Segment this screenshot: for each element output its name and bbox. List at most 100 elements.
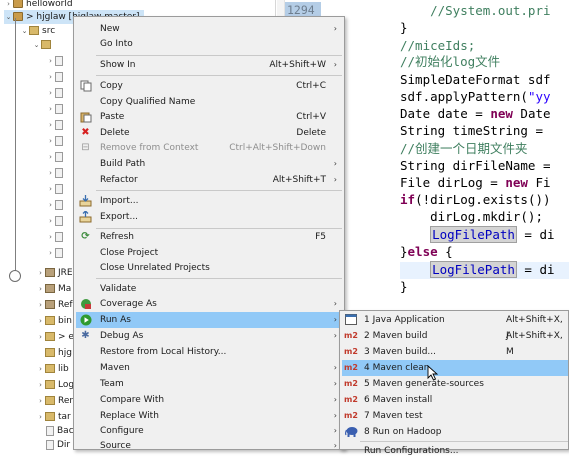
java-file-icon — [55, 247, 63, 258]
debug-icon: ✱ — [81, 330, 90, 341]
tree-item-file[interactable]: › — [46, 182, 66, 196]
menu-item-close-unrelated-projects[interactable]: Close Unrelated Projects — [76, 260, 342, 276]
folder-icon — [45, 412, 55, 421]
tree-item-file[interactable]: › — [46, 118, 66, 132]
tree-item-label: src — [42, 26, 56, 36]
file-icon — [46, 439, 54, 450]
tree-item-bin[interactable]: › bin — [36, 314, 72, 328]
submenu-item-run-on-hadoop[interactable]: 8 Run on Hadoop — [342, 424, 568, 440]
menu-item-export[interactable]: Export... — [76, 209, 342, 225]
tree-item-e[interactable]: › > e — [36, 330, 74, 344]
tree-item-target[interactable]: › tar — [36, 410, 71, 424]
submenu-item-java-application[interactable]: 1 Java Application Alt+Shift+X, J — [342, 312, 568, 341]
expand-arrow-icon[interactable]: › — [36, 266, 45, 280]
tree-item-file[interactable]: › — [46, 134, 66, 148]
menu-item-copy-qualified-name[interactable]: Copy Qualified Name — [76, 94, 342, 110]
tree-item-hjg[interactable]: hjg — [36, 346, 72, 360]
menu-item-build-path[interactable]: Build Path › — [76, 156, 342, 172]
tree-item-file[interactable]: › — [46, 230, 66, 244]
menu-item-remove-from-context[interactable]: ⊟ Remove from Context Ctrl+Alt+Shift+Dow… — [76, 140, 342, 156]
tree-item-file[interactable]: › — [46, 166, 66, 180]
tree-item-file[interactable]: › — [46, 214, 66, 228]
tree-item-file[interactable]: › — [46, 102, 66, 116]
menu-item-debug-as[interactable]: ✱ Debug As › — [76, 328, 342, 344]
menu-item-team[interactable]: Team › — [76, 376, 342, 392]
tree-item-bac[interactable]: Bac — [46, 424, 74, 438]
menu-item-copy[interactable]: Copy Ctrl+C — [76, 78, 342, 94]
expand-arrow-icon[interactable]: › — [36, 282, 45, 296]
tree-item-jre[interactable]: › JRE — [36, 266, 73, 280]
tree-item-file[interactable]: › — [46, 86, 66, 100]
submenu-item-maven-build-dialog[interactable]: m2 3 Maven build... — [342, 344, 568, 360]
submenu-item-maven-test[interactable]: m2 7 Maven test — [342, 408, 568, 424]
menu-item-paste[interactable]: Paste Ctrl+V — [76, 109, 342, 125]
menu-item-go-into[interactable]: Go Into — [76, 36, 342, 52]
tree-item-package[interactable]: ⌄ — [32, 38, 54, 52]
tree-item-file[interactable]: › — [46, 198, 66, 212]
expand-arrow-icon[interactable]: › — [36, 330, 45, 344]
submenu-arrow-icon: › — [333, 60, 337, 69]
menu-item-coverage-as[interactable]: Coverage As › — [76, 296, 342, 312]
tree-item-lib[interactable]: › lib — [36, 362, 69, 376]
menu-separator — [360, 441, 568, 442]
java-file-icon — [55, 231, 63, 242]
tree-item-label: hjg — [58, 348, 72, 358]
coverage-icon — [79, 298, 92, 310]
tree-item-maven-deps[interactable]: › Ma — [36, 282, 71, 296]
collapse-arrow-icon[interactable]: ⌄ — [4, 10, 13, 24]
tree-item-label: lib — [58, 364, 69, 374]
source-folder-icon — [29, 26, 39, 35]
submenu-item-maven-install[interactable]: m2 6 Maven install — [342, 392, 568, 408]
refresh-icon: ⟳ — [81, 231, 90, 242]
submenu-item-run-configurations[interactable]: Run Configurations... — [342, 443, 568, 459]
submenu-arrow-icon: › — [333, 299, 337, 308]
tree-item-file[interactable]: › — [46, 54, 66, 68]
menu-item-configure[interactable]: Configure › — [76, 423, 342, 439]
tree-item-file[interactable]: › — [46, 246, 66, 260]
submenu-arrow-icon: › — [333, 379, 337, 388]
menu-item-show-in[interactable]: Show In Alt+Shift+W › — [76, 57, 342, 73]
library-icon — [45, 284, 55, 293]
menu-item-compare-with[interactable]: Compare With › — [76, 392, 342, 408]
menu-item-source[interactable]: Source › — [76, 438, 342, 454]
tree-item-ren[interactable]: › Ren — [36, 394, 75, 408]
maven-icon: m2 — [344, 395, 358, 404]
tree-item-file[interactable]: › — [46, 70, 66, 84]
java-file-icon — [55, 135, 63, 146]
tree-item-src[interactable]: ⌄ src — [20, 24, 55, 38]
java-file-icon — [55, 215, 63, 226]
submenu-item-maven-build[interactable]: m2 2 Maven build Alt+Shift+X, M — [342, 328, 568, 357]
expand-arrow-icon[interactable]: › — [36, 394, 45, 408]
remove-icon: ⊟ — [81, 142, 90, 153]
menu-item-import[interactable]: Import... — [76, 193, 342, 209]
menu-item-replace-with[interactable]: Replace With › — [76, 408, 342, 424]
drag-handle[interactable] — [9, 270, 21, 282]
code-line: LogFilePath = di — [430, 261, 555, 278]
code-line: } — [400, 20, 408, 35]
expand-arrow-icon[interactable]: › — [36, 298, 45, 312]
menu-item-maven[interactable]: Maven › — [76, 360, 342, 376]
menu-item-refresh[interactable]: ⟳ Refresh F5 — [76, 229, 342, 245]
menu-item-new[interactable]: New › — [76, 21, 342, 37]
menu-item-delete[interactable]: ✖ Delete Delete — [76, 125, 342, 141]
expand-arrow-icon[interactable]: › — [36, 378, 45, 392]
collapse-arrow-icon[interactable]: ⌄ — [20, 24, 29, 38]
menu-item-close-project[interactable]: Close Project — [76, 245, 342, 261]
menu-item-validate[interactable]: Validate — [76, 281, 342, 297]
maven-icon: m2 — [344, 411, 358, 420]
collapse-arrow-icon[interactable]: ⌄ — [32, 38, 41, 52]
tree-item-file[interactable]: › — [46, 150, 66, 164]
menu-item-restore-local-history[interactable]: Restore from Local History... — [76, 344, 342, 360]
submenu-item-maven-generate-sources[interactable]: m2 5 Maven generate-sources — [342, 376, 568, 392]
menu-item-run-as[interactable]: Run As › — [76, 312, 342, 328]
menu-item-refactor[interactable]: Refactor Alt+Shift+T › — [76, 172, 342, 188]
project-folder-icon — [13, 0, 23, 8]
expand-arrow-icon[interactable]: › — [36, 314, 45, 328]
tree-item-label: JRE — [58, 268, 73, 278]
tree-item-log[interactable]: › Log — [36, 378, 74, 392]
expand-arrow-icon[interactable]: › — [36, 362, 45, 376]
submenu-item-maven-clean[interactable]: m2 4 Maven clean — [342, 360, 568, 376]
expand-arrow-icon[interactable]: › — [36, 410, 45, 424]
export-icon — [79, 210, 92, 223]
tree-item-referenced[interactable]: › Ref — [36, 298, 73, 312]
